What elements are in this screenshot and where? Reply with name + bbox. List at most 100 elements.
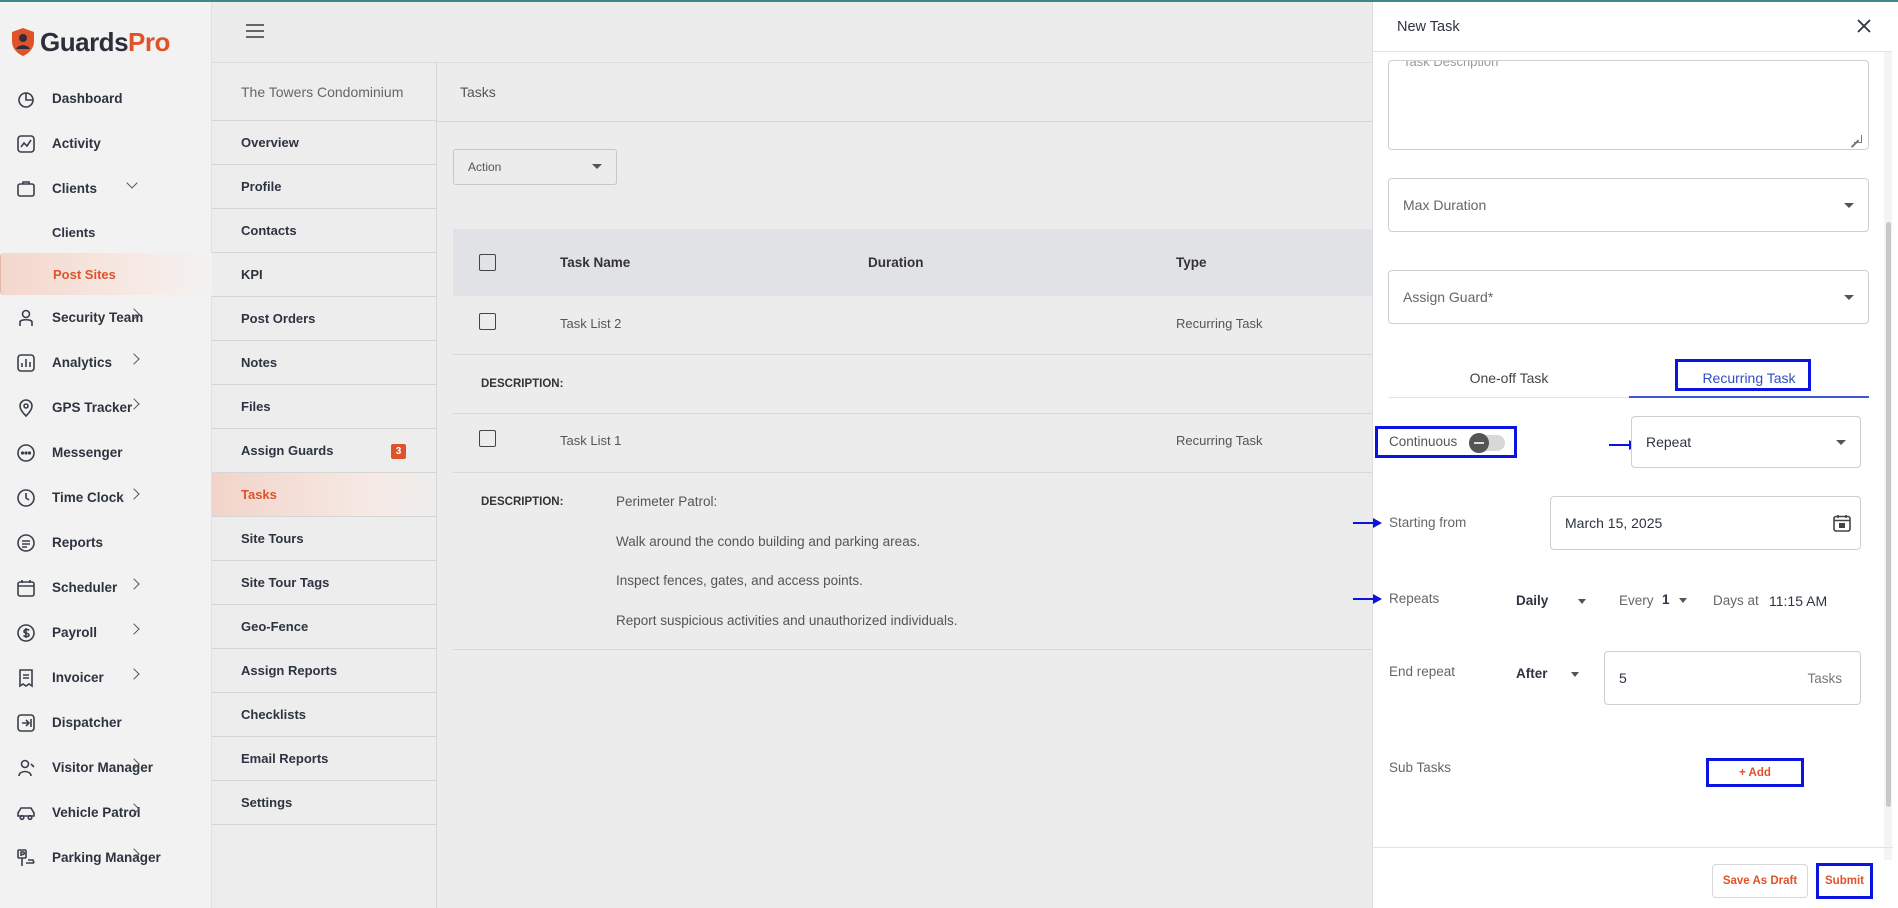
chevron-right-icon: [128, 578, 140, 590]
subnav-item-label: Assign Guards: [241, 443, 334, 458]
table-row[interactable]: Task List 1 Recurring Task: [453, 414, 1372, 473]
sidebar-item-activity[interactable]: Activity: [0, 121, 212, 166]
task-type: Recurring Task: [1176, 316, 1263, 331]
sidebar-item-visitor-manager[interactable]: Visitor Manager: [0, 745, 212, 790]
tab-one-off-task[interactable]: One-off Task: [1389, 358, 1629, 397]
end-repeat-mode-value: After: [1516, 666, 1548, 681]
add-subtask-button[interactable]: + Add: [1706, 758, 1804, 787]
row-checkbox[interactable]: [479, 430, 496, 447]
end-repeat-count-input[interactable]: 5 Tasks: [1604, 651, 1861, 705]
save-as-draft-button[interactable]: Save As Draft: [1712, 864, 1808, 898]
sidebar-item-scheduler[interactable]: Scheduler: [0, 565, 212, 610]
sidebar-item-invoicer[interactable]: Invoicer: [0, 655, 212, 700]
close-icon[interactable]: [1854, 16, 1874, 36]
site-name: The Towers Condominium: [212, 63, 436, 121]
sidebar-item-security-team[interactable]: Security Team: [0, 295, 212, 340]
subnav-item-post-orders[interactable]: Post Orders: [212, 297, 436, 341]
subnav-item-overview[interactable]: Overview: [212, 121, 436, 165]
subnav-item-settings[interactable]: Settings: [212, 781, 436, 825]
tasks-content: Tasks Action Task Name Duration Type Tas…: [437, 63, 1372, 908]
sidebar-item-label: Dispatcher: [52, 715, 122, 730]
end-repeat-count-value: 5: [1619, 670, 1627, 686]
highlight-box: [1675, 359, 1811, 391]
sidebar-item-reports[interactable]: Reports: [0, 520, 212, 565]
repeats-frequency-select[interactable]: Daily: [1516, 593, 1587, 608]
task-name[interactable]: Task List 1: [560, 433, 621, 448]
task-description-textarea[interactable]: Task Description: [1388, 60, 1869, 150]
sidebar-item-payroll[interactable]: Payroll: [0, 610, 212, 655]
description-label: DESCRIPTION:: [481, 378, 564, 390]
description-row: DESCRIPTION:: [453, 355, 1372, 414]
sidebar-item-time-clock[interactable]: Time Clock: [0, 475, 212, 520]
subnav-item-site-tour-tags[interactable]: Site Tour Tags: [212, 561, 436, 605]
subnav-item-notes[interactable]: Notes: [212, 341, 436, 385]
sidebar-subitem-clients[interactable]: Clients: [0, 211, 212, 253]
select-all-checkbox[interactable]: [479, 254, 496, 271]
start-date-input[interactable]: March 15, 2025: [1550, 496, 1861, 550]
panel-scrollbar[interactable]: [1884, 52, 1892, 860]
table-row[interactable]: Task List 2 Recurring Task: [453, 296, 1372, 355]
sidebar-item-dashboard[interactable]: Dashboard: [0, 76, 212, 121]
subnav-item-files[interactable]: Files: [212, 385, 436, 429]
repeats-frequency-value: Daily: [1516, 593, 1549, 608]
sidebar-item-vehicle-patrol[interactable]: Vehicle Patrol: [0, 790, 212, 835]
subnav-item-contacts[interactable]: Contacts: [212, 209, 436, 253]
subnav-item-checklists[interactable]: Checklists: [212, 693, 436, 737]
sidebar-item-label: Clients: [52, 181, 98, 196]
sidebar-item-analytics[interactable]: Analytics: [0, 340, 212, 385]
gps-icon: [14, 396, 38, 420]
arrow-right-icon: [1353, 518, 1382, 528]
sidebar-item-label: Payroll: [52, 625, 98, 640]
scrollbar-thumb[interactable]: [1886, 222, 1891, 807]
sidebar-subitem-post-sites[interactable]: Post Sites: [0, 253, 212, 295]
sidebar-item-clients[interactable]: Clients: [0, 166, 212, 211]
resize-handle-icon[interactable]: [1854, 135, 1862, 143]
end-repeat-mode-select[interactable]: After: [1516, 666, 1580, 681]
every-count-value: 1: [1662, 592, 1670, 607]
visitor-icon: [14, 756, 38, 780]
action-dropdown-label: Action: [468, 160, 502, 174]
reports-icon: [14, 531, 38, 555]
chevron-right-icon: [128, 488, 140, 500]
calendar-icon[interactable]: [1832, 513, 1852, 533]
sidebar-item-gps-tracker[interactable]: GPS Tracker: [0, 385, 212, 430]
logo[interactable]: Guards Pro: [10, 22, 170, 62]
continuous-toggle[interactable]: [1469, 433, 1505, 453]
caret-down-icon: [1844, 295, 1854, 300]
subnav-item-kpi[interactable]: KPI: [212, 253, 436, 297]
starting-from-label: Starting from: [1389, 515, 1467, 530]
clients-icon: [14, 177, 38, 201]
subnav-item-assign-guards[interactable]: Assign Guards 3: [212, 429, 436, 473]
subnav-item-email-reports[interactable]: Email Reports: [212, 737, 436, 781]
tasks-table: Task Name Duration Type Task List 2 Recu…: [453, 229, 1372, 650]
subnav-item-site-tours[interactable]: Site Tours: [212, 517, 436, 561]
action-dropdown[interactable]: Action: [453, 149, 617, 185]
car-icon: [14, 801, 38, 825]
task-type: Recurring Task: [1176, 433, 1263, 448]
max-duration-placeholder: Max Duration: [1403, 197, 1487, 213]
task-name[interactable]: Task List 2: [560, 316, 621, 331]
description-line: Walk around the condo building and parki…: [616, 533, 921, 549]
sidebar-item-label: Scheduler: [52, 580, 118, 595]
sidebar: Guards Pro Dashboard Activity Clients Cli…: [0, 2, 212, 908]
menu-toggle-icon[interactable]: [246, 24, 264, 38]
description-line: Inspect fences, gates, and access points…: [616, 573, 863, 588]
sidebar-item-messenger[interactable]: Messenger: [0, 430, 212, 475]
end-repeat-label: End repeat: [1389, 664, 1456, 679]
row-checkbox[interactable]: [479, 313, 496, 330]
max-duration-select[interactable]: Max Duration: [1388, 178, 1869, 232]
submit-button[interactable]: Submit: [1816, 863, 1873, 899]
subnav-item-geo-fence[interactable]: Geo-Fence: [212, 605, 436, 649]
every-count-select[interactable]: 1: [1662, 592, 1688, 607]
subnav-item-tasks[interactable]: Tasks: [212, 473, 436, 517]
repeat-select[interactable]: Repeat: [1631, 416, 1861, 468]
sidebar-item-dispatcher[interactable]: Dispatcher: [0, 700, 212, 745]
time-value[interactable]: 11:15 AM: [1769, 593, 1827, 609]
subnav-item-profile[interactable]: Profile: [212, 165, 436, 209]
assign-guard-select[interactable]: Assign Guard*: [1388, 270, 1869, 324]
sidebar-item-parking-manager[interactable]: Parking Manager: [0, 835, 212, 880]
shield-logo-icon: [12, 28, 34, 56]
column-header-task-name: Task Name: [560, 255, 631, 270]
tasks-suffix: Tasks: [1807, 670, 1842, 686]
subnav-item-assign-reports[interactable]: Assign Reports: [212, 649, 436, 693]
